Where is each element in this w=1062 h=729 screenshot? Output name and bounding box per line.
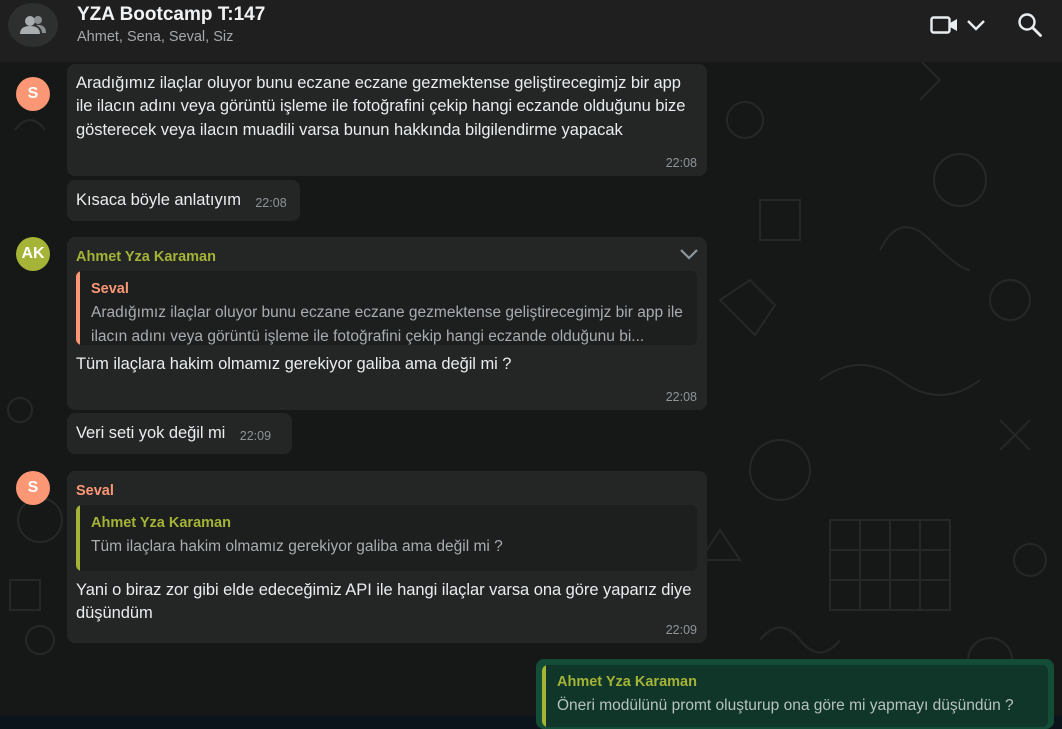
message-text: Kısaca böyle anlatıyım	[76, 191, 241, 209]
message-time: 22:09	[239, 429, 272, 443]
quoted-text: Aradığımız ilaçlar oluyor bunu eczane ec…	[91, 304, 683, 345]
quoted-message[interactable]: Ahmet Yza Karaman Tüm ilaçlara hakim olm…	[76, 505, 697, 571]
search-button[interactable]	[1016, 11, 1044, 39]
message-bubble[interactable]: Ahmet Yza Karaman Seval Aradığımız ilaçl…	[67, 237, 707, 410]
group-icon	[20, 16, 46, 34]
message-menu-button[interactable]	[679, 247, 699, 265]
message-time: 22:08	[255, 196, 287, 210]
search-icon	[1018, 13, 1042, 37]
quoted-sender: Seval	[91, 281, 129, 297]
message-bubble[interactable]: Aradığımız ilaçlar oluyor bunu eczane ec…	[67, 64, 707, 176]
message-bubble-outgoing[interactable]: Ahmet Yza Karaman Öneri modülünü promt o…	[536, 659, 1054, 729]
sender-name[interactable]: Ahmet Yza Karaman	[76, 249, 697, 265]
quoted-message[interactable]: Ahmet Yza Karaman Öneri modülünü promt o…	[542, 665, 1048, 727]
chevron-down-icon	[680, 249, 698, 260]
group-avatar[interactable]	[8, 3, 58, 47]
quoted-message[interactable]: Seval Aradığımız ilaçlar oluyor bunu ecz…	[76, 271, 697, 345]
chevron-down-icon	[967, 20, 985, 31]
message-time: 22:08	[665, 390, 697, 404]
avatar-seval[interactable]: S	[16, 471, 50, 505]
message-text: Veri seti yok değil mi	[76, 424, 226, 442]
message-text: Tüm ilaçlara hakim olmamız gerekiyor gal…	[76, 355, 512, 373]
message-time: 22:09	[665, 623, 697, 637]
avatar-seval[interactable]: S	[16, 77, 50, 111]
quoted-text: Tüm ilaçlara hakim olmamız gerekiyor gal…	[91, 538, 503, 555]
sender-name[interactable]: Seval	[76, 483, 697, 499]
message-bubble[interactable]: Veri seti yok değil mi 22:09	[67, 413, 292, 454]
video-camera-icon	[930, 16, 957, 34]
quoted-sender: Ahmet Yza Karaman	[91, 515, 231, 531]
quoted-text: Öneri modülünü promt oluşturup ona göre …	[557, 697, 1014, 714]
message-text: Aradığımız ilaçlar oluyor bunu eczane ec…	[76, 74, 686, 139]
chat-members[interactable]: Ahmet, Sena, Seval, Siz	[77, 29, 233, 45]
message-time: 22:08	[665, 156, 697, 170]
message-bubble[interactable]: Seval Ahmet Yza Karaman Tüm ilaçlara hak…	[67, 471, 707, 643]
message-bubble[interactable]: Kısaca böyle anlatıyım 22:08	[67, 180, 300, 221]
chat-header: YZA Bootcamp T:147 Ahmet, Sena, Seval, S…	[0, 0, 1062, 62]
video-call-button[interactable]	[926, 12, 990, 38]
quoted-sender: Ahmet Yza Karaman	[557, 674, 697, 690]
message-text: Yani o biraz zor gibi elde edeceğimiz AP…	[76, 581, 692, 623]
chat-title[interactable]: YZA Bootcamp T:147	[77, 4, 265, 26]
avatar-ahmet[interactable]: AK	[16, 237, 50, 271]
